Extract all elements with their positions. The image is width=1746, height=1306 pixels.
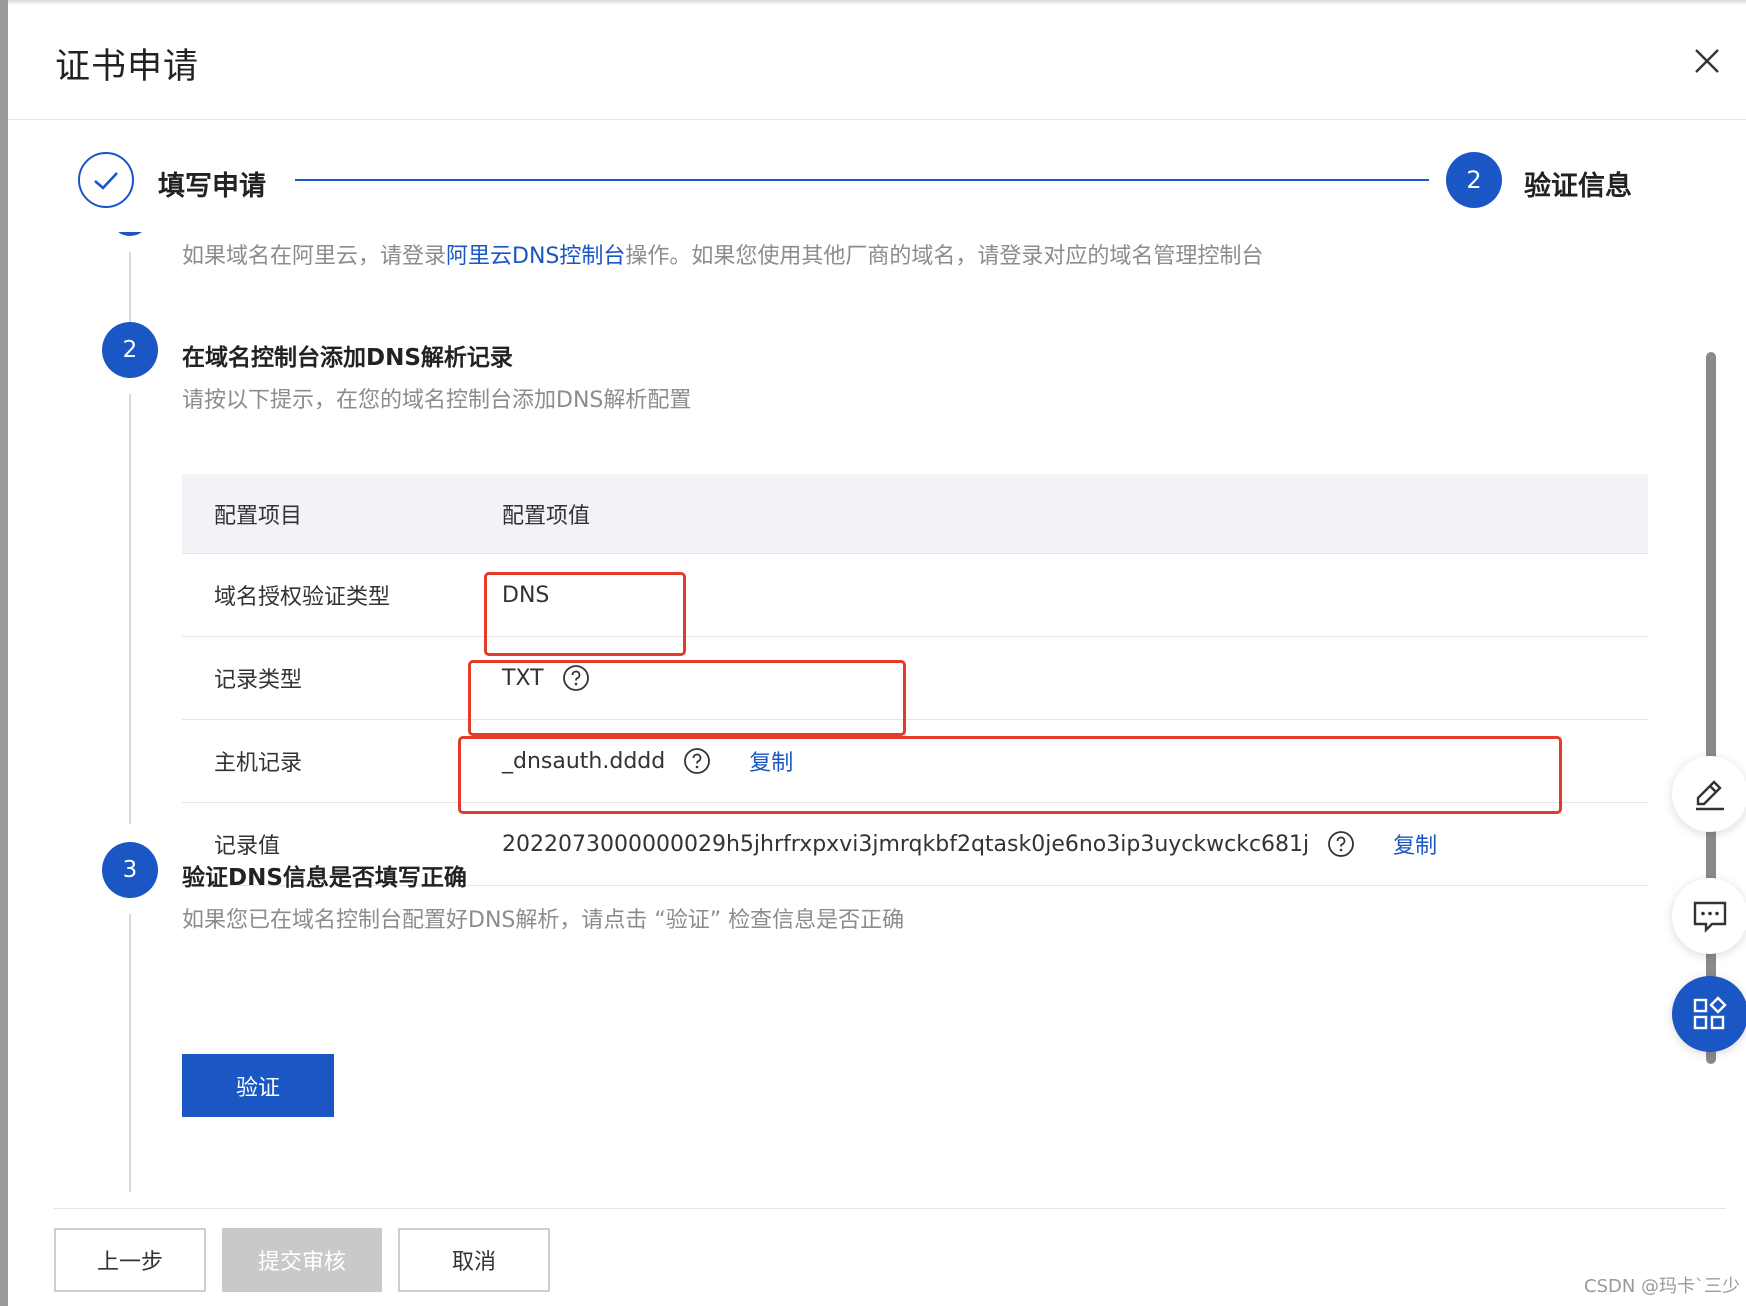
section2-number: 2 <box>102 322 158 378</box>
table-row: 域名授权验证类型 DNS <box>182 554 1648 637</box>
dialog-content: 如果域名在阿里云，请登录阿里云DNS控制台操作。如果您使用其他厂商的域名，请登录… <box>8 232 1688 1192</box>
cancel-button[interactable]: 取消 <box>398 1228 550 1292</box>
timeline-line <box>129 394 131 824</box>
footer-divider <box>54 1208 1726 1209</box>
section3-number: 3 <box>102 842 158 898</box>
watermark: CSDN @玛卡`三少 <box>1584 1276 1741 1297</box>
dialog-header: 证书申请 <box>8 0 1746 120</box>
row-value-container: 2022073000000029h5jhrfrxpxvi3jmrqkbf2qta… <box>502 828 1437 860</box>
table-header: 配置项目 <box>214 503 303 529</box>
step1-marker-partial <box>110 232 150 236</box>
intro-description: 如果域名在阿里云，请登录阿里云DNS控制台操作。如果您使用其他厂商的域名，请登录… <box>182 244 1264 269</box>
table-header-row: 配置项目 配置项值 <box>182 474 1648 554</box>
previous-step-button[interactable]: 上一步 <box>54 1228 206 1292</box>
section3-title: 验证DNS信息是否填写正确 <box>182 865 467 891</box>
step-connector <box>295 179 1429 181</box>
close-icon[interactable] <box>1690 44 1724 78</box>
step1-label: 填写申请 <box>158 171 266 202</box>
feedback-icon[interactable] <box>1672 878 1746 954</box>
help-icon[interactable] <box>1327 830 1355 858</box>
section2-description: 请按以下提示，在您的域名控制台添加DNS解析配置 <box>182 388 692 413</box>
row-label: 记录值 <box>214 834 281 859</box>
background-window-edge <box>0 0 9 1306</box>
step2-number: 2 <box>1446 152 1502 208</box>
aliyun-dns-console-link[interactable]: 阿里云DNS控制台 <box>446 244 625 269</box>
verify-button[interactable]: 验证 <box>182 1054 334 1117</box>
certificate-dialog: 证书申请 填写申请 2 验证信息 如果域名在阿里云，请登录阿里云DNS控制台操作… <box>8 0 1746 1306</box>
row-label: 域名授权验证类型 <box>214 585 391 610</box>
step2-label: 验证信息 <box>1524 171 1632 202</box>
section2-title: 在域名控制台添加DNS解析记录 <box>182 345 513 371</box>
row-value: 2022073000000029h5jhrfrxpxvi3jmrqkbf2qta… <box>502 831 1310 857</box>
highlight-box <box>458 736 1562 814</box>
table-row: 记录类型 TXT <box>182 637 1648 720</box>
copy-record-value-button[interactable]: 复制 <box>1393 828 1437 860</box>
highlight-box <box>484 572 686 656</box>
row-label: 主机记录 <box>214 751 303 776</box>
dns-config-table: 配置项目 配置项值 域名授权验证类型 DNS 记录类型 TXT 主机记录 _dn… <box>182 474 1648 886</box>
highlight-box <box>468 660 906 736</box>
timeline-line <box>129 914 131 1192</box>
edit-icon[interactable] <box>1672 756 1746 832</box>
check-icon <box>78 152 134 208</box>
timeline-line <box>129 252 131 332</box>
submit-review-button[interactable]: 提交审核 <box>222 1228 382 1292</box>
step-indicator: 填写申请 2 验证信息 <box>8 150 1746 220</box>
scrollbar[interactable] <box>1706 352 1716 1064</box>
section3-description: 如果您已在域名控制台配置好DNS解析，请点击 “验证” 检查信息是否正确 <box>182 908 905 933</box>
table-header: 配置项值 <box>502 503 591 529</box>
row-label: 记录类型 <box>214 668 303 693</box>
dialog-title: 证书申请 <box>55 47 200 87</box>
apps-icon[interactable] <box>1672 976 1746 1052</box>
